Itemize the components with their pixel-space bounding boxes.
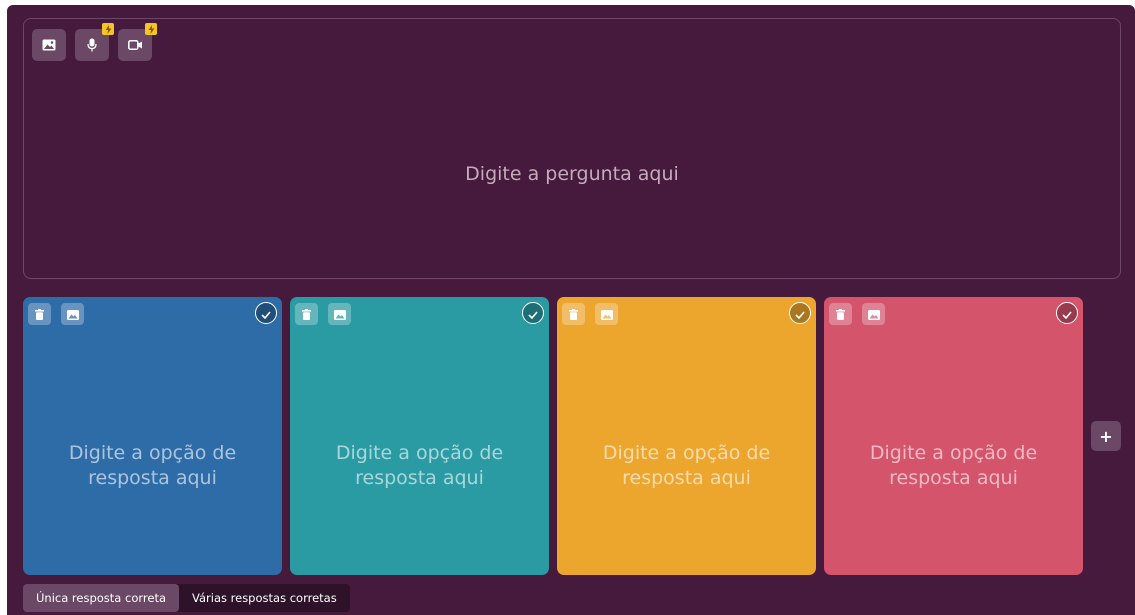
add-option-button[interactable]: +: [1091, 421, 1121, 451]
check-icon: [261, 304, 271, 323]
check-icon: [1062, 304, 1072, 323]
image-icon: [867, 305, 880, 324]
option-placeholder: Digite a opção de resposta aqui: [602, 442, 771, 489]
lightning-icon: [102, 23, 114, 35]
trash-icon: [302, 305, 311, 324]
image-icon: [600, 305, 613, 324]
answer-mode-toggle: Única resposta correta Várias respostas …: [23, 584, 350, 612]
lightning-icon: [145, 23, 157, 35]
image-icon: [66, 305, 79, 324]
mark-correct-button[interactable]: [789, 302, 811, 324]
plus-icon: +: [1099, 426, 1113, 446]
add-audio-button[interactable]: [75, 23, 114, 61]
delete-option-button[interactable]: [562, 303, 585, 325]
answer-option-2[interactable]: Digite a opção de resposta aqui: [290, 297, 549, 575]
check-icon: [528, 304, 538, 323]
trash-icon: [836, 305, 845, 324]
option-placeholder: Digite a opção de resposta aqui: [335, 442, 504, 489]
add-video-button[interactable]: [118, 23, 157, 61]
microphone-icon: [87, 38, 97, 52]
option-image-button[interactable]: [595, 303, 618, 325]
multiple-answer-mode-button[interactable]: Várias respostas corretas: [179, 584, 350, 612]
mark-correct-button[interactable]: [1056, 302, 1078, 324]
image-icon: [42, 39, 56, 51]
mark-correct-button[interactable]: [255, 302, 277, 324]
delete-option-button[interactable]: [829, 303, 852, 325]
trash-icon: [569, 305, 578, 324]
question-placeholder: Digite a pergunta aqui: [465, 163, 679, 185]
answer-option-1[interactable]: Digite a opção de resposta aqui: [23, 297, 282, 575]
video-icon: [127, 40, 143, 50]
image-icon: [333, 305, 346, 324]
delete-option-button[interactable]: [28, 303, 51, 325]
option-placeholder: Digite a opção de resposta aqui: [68, 442, 237, 489]
option-image-button[interactable]: [862, 303, 885, 325]
question-editor: Digite a pergunta aqui Digite a opção de…: [7, 5, 1135, 615]
delete-option-button[interactable]: [295, 303, 318, 325]
option-image-button[interactable]: [328, 303, 351, 325]
mark-correct-button[interactable]: [522, 302, 544, 324]
add-image-button[interactable]: [32, 29, 66, 61]
option-image-button[interactable]: [61, 303, 84, 325]
option-placeholder: Digite a opção de resposta aqui: [869, 442, 1038, 489]
check-icon: [795, 304, 805, 323]
single-answer-mode-button[interactable]: Única resposta correta: [23, 584, 179, 612]
question-input-area[interactable]: Digite a pergunta aqui: [23, 18, 1121, 279]
trash-icon: [35, 305, 44, 324]
answer-option-4[interactable]: Digite a opção de resposta aqui: [824, 297, 1083, 575]
answer-option-3[interactable]: Digite a opção de resposta aqui: [557, 297, 816, 575]
